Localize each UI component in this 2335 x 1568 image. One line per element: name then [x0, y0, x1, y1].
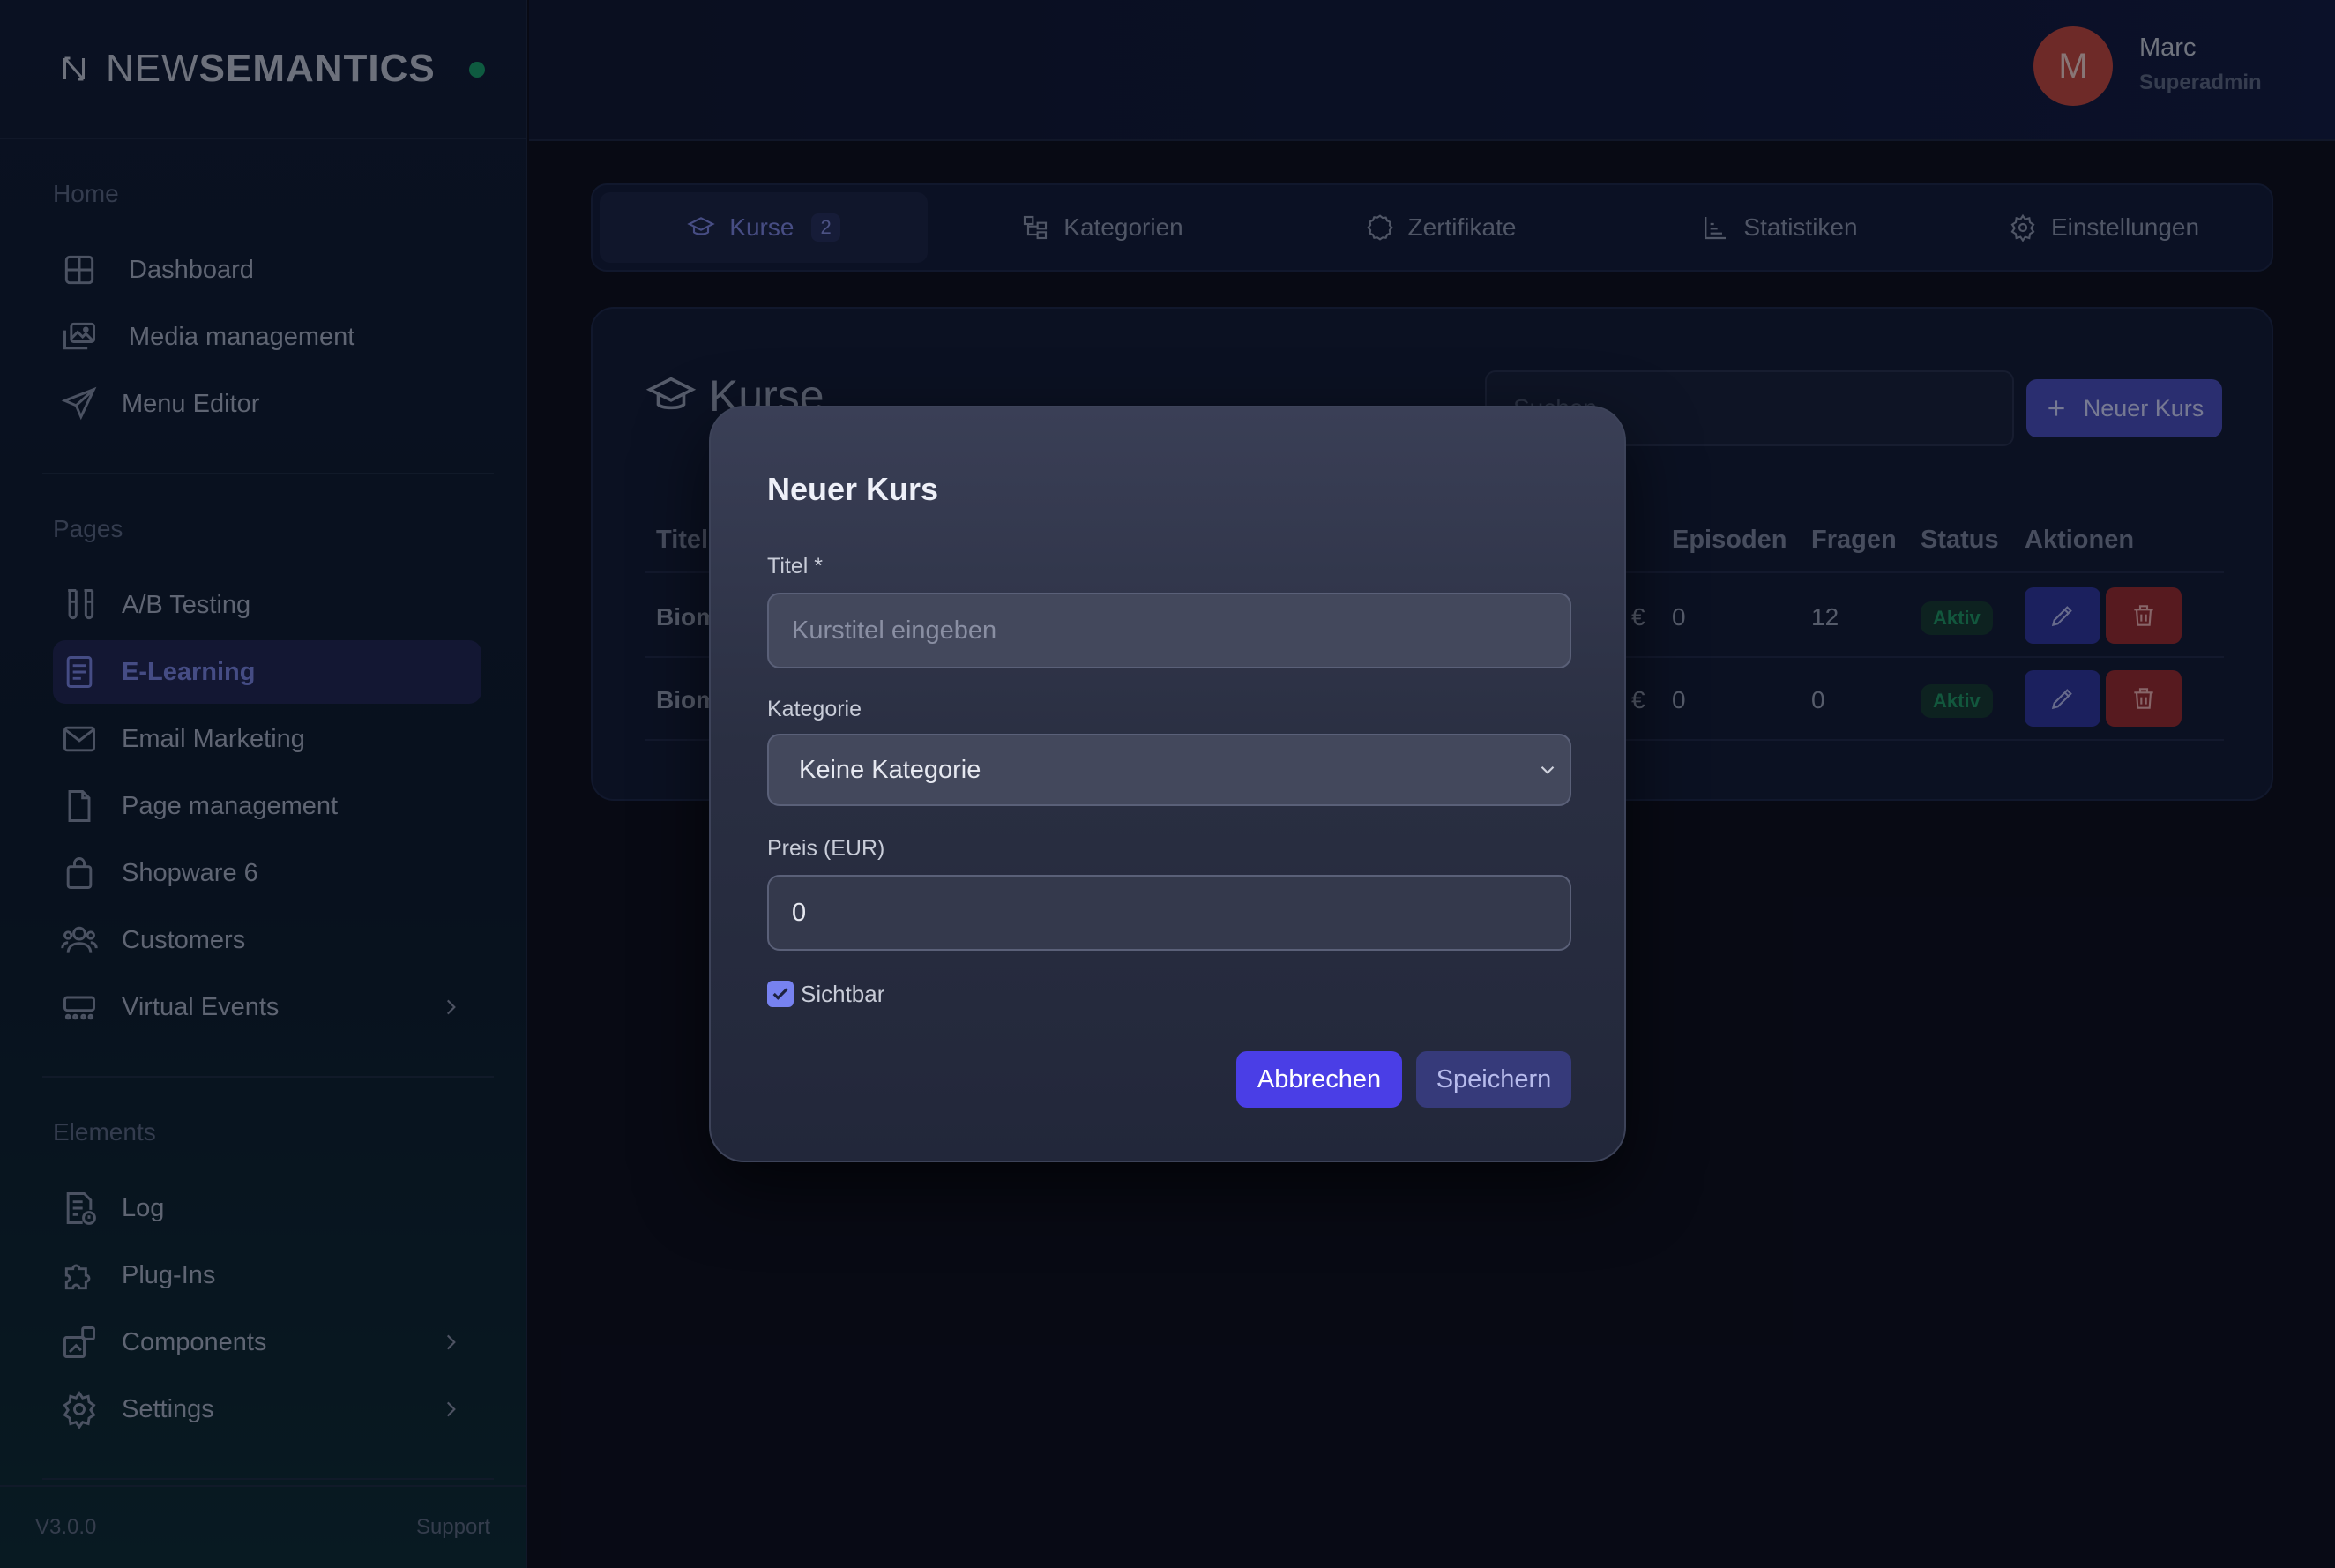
category-select[interactable]: Keine Kategorie: [767, 734, 1571, 806]
checkmark-icon: [772, 988, 788, 1000]
course-title-input[interactable]: Kurstitel eingeben: [767, 593, 1571, 668]
category-field-label: Kategorie: [767, 697, 862, 721]
category-select-value: Keine Kategorie: [799, 755, 981, 784]
cancel-button[interactable]: Abbrechen: [1236, 1051, 1402, 1108]
visible-checkbox[interactable]: [767, 981, 794, 1007]
save-button[interactable]: Speichern: [1416, 1051, 1571, 1108]
visible-checkbox-label[interactable]: Sichtbar: [801, 981, 884, 1008]
price-input[interactable]: 0: [767, 875, 1571, 951]
price-field-label: Preis (EUR): [767, 836, 885, 861]
dialog-title: Neuer Kurs: [767, 471, 939, 507]
chevron-down-icon: [1541, 765, 1555, 774]
title-field-label: Titel *: [767, 554, 823, 579]
new-course-dialog: Neuer Kurs Titel * Kurstitel eingeben Ka…: [709, 406, 1626, 1162]
